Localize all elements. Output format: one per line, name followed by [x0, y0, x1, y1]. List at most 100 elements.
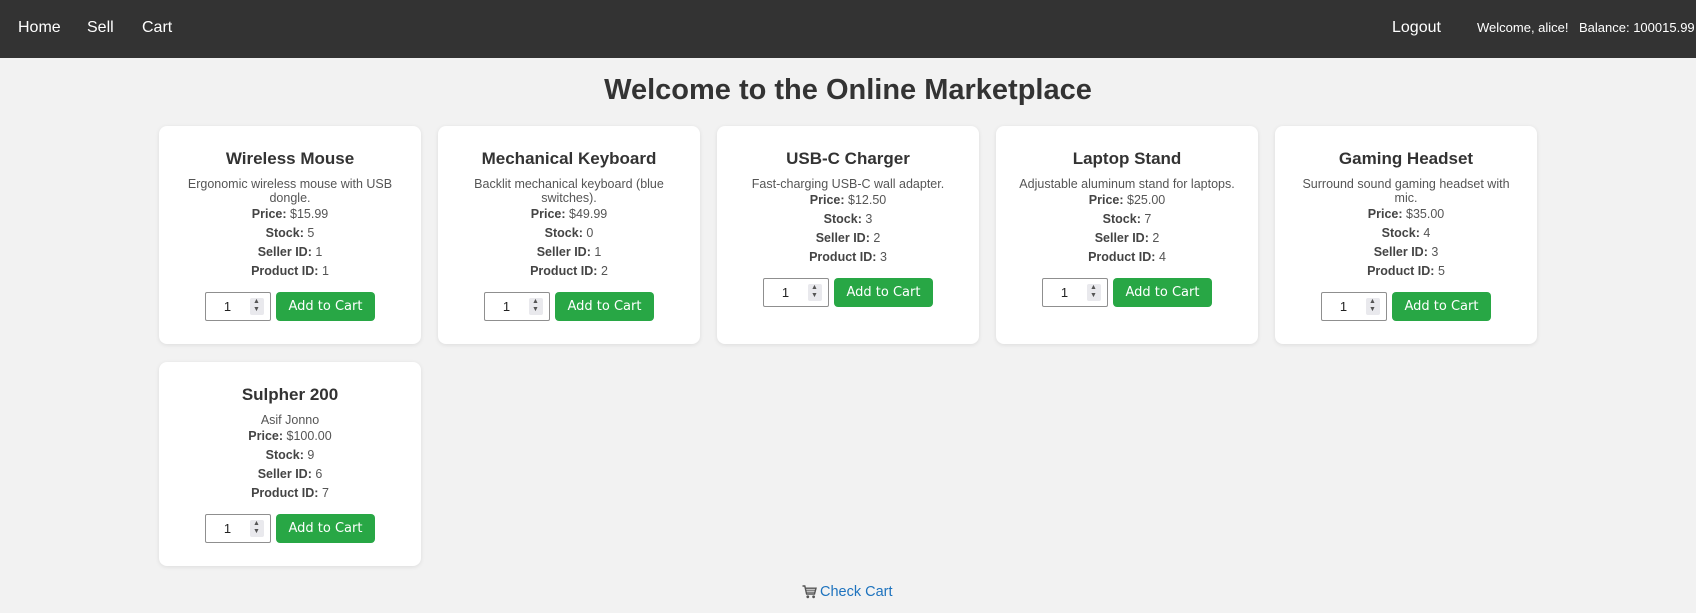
seller-id-value: 3 [1431, 245, 1439, 259]
nav-home-link[interactable]: Home [18, 0, 61, 56]
product-price: Price: $35.00 [1275, 205, 1537, 224]
product-stock: Stock: 4 [1275, 224, 1537, 243]
product-id: Product ID: 1 [159, 262, 421, 281]
product-id-value: 1 [321, 264, 329, 278]
add-to-cart-button[interactable]: Add to Cart [1391, 292, 1492, 321]
quantity-value[interactable]: 1 [206, 299, 250, 314]
stock-value: 0 [586, 226, 594, 240]
product-card: Mechanical Keyboard Backlit mechanical k… [438, 126, 700, 344]
product-id: Product ID: 5 [1275, 262, 1537, 281]
price-label: Price: [809, 193, 845, 207]
card-actions: 1 ▲ ▼ Add to Cart [159, 514, 421, 543]
welcome-text: Welcome, alice! [1477, 20, 1569, 35]
spinner-arrows-icon[interactable]: ▲ ▼ [807, 284, 822, 301]
product-id-value: 2 [600, 264, 608, 278]
quantity-stepper[interactable]: 1 ▲ ▼ [762, 278, 829, 307]
product-card: Sulpher 200 Asif Jonno Price: $100.00 St… [159, 362, 421, 566]
product-price: Price: $15.99 [159, 205, 421, 224]
product-name: USB-C Charger [786, 149, 910, 168]
product-id-value: 7 [321, 486, 329, 500]
seller-id-value: 2 [1152, 231, 1160, 245]
quantity-value[interactable]: 1 [206, 521, 250, 536]
product-seller-id: Seller ID: 6 [159, 465, 421, 484]
quantity-stepper[interactable]: 1 ▲ ▼ [1041, 278, 1108, 307]
product-id: Product ID: 2 [438, 262, 700, 281]
check-cart-label[interactable]: Check Cart [820, 584, 893, 600]
seller-id-label: Seller ID: [1373, 245, 1428, 259]
product-description: Backlit mechanical keyboard (blue switch… [474, 177, 664, 205]
spinner-arrows-icon[interactable]: ▲ ▼ [249, 298, 264, 315]
spinner-arrows-icon[interactable]: ▲ ▼ [1086, 284, 1101, 301]
seller-id-value: 1 [594, 245, 602, 259]
price-label: Price: [530, 207, 566, 221]
product-name: Laptop Stand [1072, 149, 1182, 168]
price-value: $49.99 [569, 207, 608, 221]
stock-value: 7 [1144, 212, 1152, 226]
spinner-arrows-icon[interactable]: ▲ ▼ [249, 520, 264, 537]
price-label: Price: [1088, 193, 1124, 207]
nav-cart-link[interactable]: Cart [142, 0, 172, 56]
product-seller-id: Seller ID: 1 [159, 243, 421, 262]
product-card: Gaming Headset Surround sound gaming hea… [1275, 126, 1537, 344]
quantity-value[interactable]: 1 [1043, 285, 1087, 300]
stock-label: Stock: [544, 226, 583, 240]
product-id: Product ID: 7 [159, 484, 421, 503]
product-description: Adjustable aluminum stand for laptops. [1019, 177, 1235, 191]
product-stock: Stock: 9 [159, 446, 421, 465]
product-id: Product ID: 3 [717, 248, 979, 267]
product-id-label: Product ID: [1367, 264, 1435, 278]
page-title: Welcome to the Online Marketplace [604, 74, 1092, 106]
add-to-cart-button[interactable]: Add to Cart [275, 292, 376, 321]
product-id: Product ID: 4 [996, 248, 1258, 267]
add-to-cart-button[interactable]: Add to Cart [275, 514, 376, 543]
product-id-label: Product ID: [251, 486, 319, 500]
quantity-stepper[interactable]: 1 ▲ ▼ [483, 292, 550, 321]
product-id-value: 3 [879, 250, 887, 264]
product-price: Price: $25.00 [996, 191, 1258, 210]
card-actions: 1 ▲ ▼ Add to Cart [996, 278, 1258, 307]
add-to-cart-button[interactable]: Add to Cart [833, 278, 934, 307]
stock-value: 5 [307, 226, 315, 240]
quantity-stepper[interactable]: 1 ▲ ▼ [204, 514, 271, 543]
product-stock: Stock: 3 [717, 210, 979, 229]
check-cart-link[interactable]: Check Cart [802, 584, 893, 600]
nav-sell-link[interactable]: Sell [87, 0, 114, 56]
quantity-value[interactable]: 1 [1322, 299, 1366, 314]
card-actions: 1 ▲ ▼ Add to Cart [717, 278, 979, 307]
quantity-value[interactable]: 1 [764, 285, 808, 300]
product-stock: Stock: 7 [996, 210, 1258, 229]
product-price: Price: $49.99 [438, 205, 700, 224]
product-id-label: Product ID: [1088, 250, 1156, 264]
price-value: $25.00 [1127, 193, 1166, 207]
price-label: Price: [1367, 207, 1403, 221]
shopping-cart-icon [802, 585, 817, 599]
spinner-arrows-icon[interactable]: ▲ ▼ [528, 298, 543, 315]
quantity-stepper[interactable]: 1 ▲ ▼ [204, 292, 271, 321]
product-price: Price: $100.00 [159, 427, 421, 446]
spinner-arrows-icon[interactable]: ▲ ▼ [1365, 298, 1380, 315]
stock-value: 4 [1423, 226, 1431, 240]
price-value: $35.00 [1406, 207, 1445, 221]
product-id-value: 5 [1437, 264, 1445, 278]
price-value: $100.00 [286, 429, 332, 443]
seller-id-label: Seller ID: [257, 467, 312, 481]
seller-id-label: Seller ID: [1094, 231, 1149, 245]
stock-label: Stock: [823, 212, 862, 226]
product-id-label: Product ID: [251, 264, 319, 278]
product-name: Mechanical Keyboard [481, 149, 657, 168]
price-label: Price: [251, 207, 287, 221]
logout-link[interactable]: Logout [1392, 0, 1441, 56]
product-name: Wireless Mouse [225, 149, 355, 168]
add-to-cart-button[interactable]: Add to Cart [554, 292, 655, 321]
product-stock: Stock: 0 [438, 224, 700, 243]
product-seller-id: Seller ID: 2 [996, 229, 1258, 248]
product-stock: Stock: 5 [159, 224, 421, 243]
product-seller-id: Seller ID: 1 [438, 243, 700, 262]
card-actions: 1 ▲ ▼ Add to Cart [159, 292, 421, 321]
seller-id-label: Seller ID: [257, 245, 312, 259]
add-to-cart-button[interactable]: Add to Cart [1112, 278, 1213, 307]
quantity-value[interactable]: 1 [485, 299, 529, 314]
quantity-stepper[interactable]: 1 ▲ ▼ [1320, 292, 1387, 321]
seller-id-value: 6 [315, 467, 323, 481]
product-description: Fast-charging USB-C wall adapter. [751, 177, 945, 191]
